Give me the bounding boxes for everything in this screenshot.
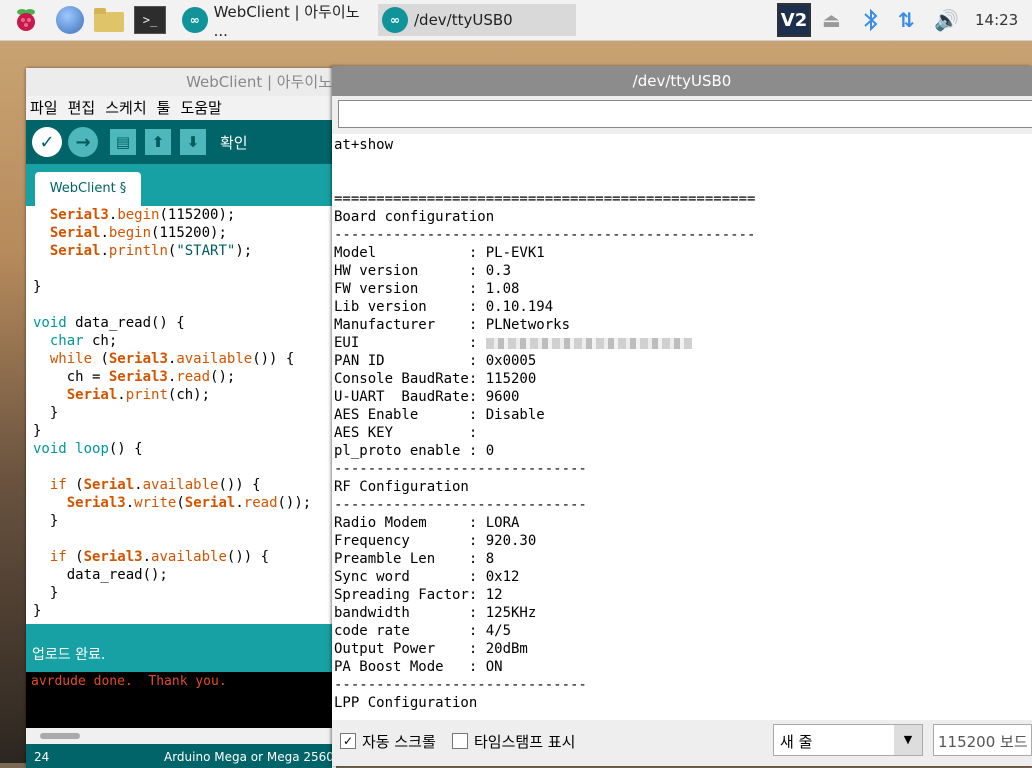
footer-bar: 24 Arduino Mega or Mega 2560, [26,744,338,768]
baud-rate-select[interactable]: 115200 보드 [933,724,1032,756]
output-console[interactable]: avrdude done. Thank you. [26,672,332,734]
serial-line: ------------------------------ [334,497,587,513]
status-text: 업로드 완료. [32,647,106,663]
tab-bar: WebClient § [26,164,332,206]
serial-monitor-window: /dev/ttyUSB0 at+show ===================… [332,66,1032,766]
serial-line: Spreading Factor: 12 [334,587,503,603]
timestamp-label: 타임스탬프 표시 [474,733,576,751]
serial-line: ========================================… [334,191,756,207]
volume-icon[interactable]: 🔊 [934,8,959,32]
serial-line: Console BaudRate: 115200 [334,371,537,387]
line-ending-value: 새 줄 [780,733,813,751]
serial-options-bar: ✓ 자동 스크롤 타임스탬프 표시 새 줄 ▼ 115200 보드 [332,720,1032,766]
serial-line: bandwidth : 125KHz [334,605,537,621]
eject-icon[interactable]: ⏏ [822,8,841,32]
horizontal-scrollbar[interactable] [26,728,332,744]
arrow-up-icon: ⬆ [151,133,165,151]
bluetooth-icon[interactable] [862,8,880,37]
serial-line: ------------------------------ [334,461,587,477]
new-sketch-button[interactable]: ▤ [110,129,136,155]
save-button[interactable]: ⬇ [180,129,206,155]
line-number: 24 [34,750,50,764]
arrow-right-icon: → [75,131,91,153]
serial-line: at+show [334,137,394,153]
serial-line: Model : PL-EVK1 [334,245,545,261]
file-manager-icon[interactable] [94,6,124,34]
terminal-icon[interactable]: >_ [134,6,166,34]
status-bar: 업로드 완료. [26,624,332,672]
autoscroll-label: 자동 스크롤 [362,733,436,751]
tab-webclient[interactable]: WebClient § [35,172,141,206]
serial-line: code rate : 4/5 [334,623,512,639]
network-icon[interactable]: ⇅ [898,8,915,32]
taskbar: >_ ∞ WebClient | 아두이노 ... ∞ /dev/ttyUSB0… [0,0,1032,41]
code-text: Serial3.begin(115200); Serial.begin(1152… [33,207,312,619]
baud-rate-value: 115200 보드 [938,733,1028,751]
serial-line: Preamble Len : 8 [334,551,495,567]
serial-output-text: at+show ================================… [332,134,1032,712]
serial-line: Radio Modem : LORA [334,515,520,531]
taskbar-item-label: WebClient | 아두이노 ... [213,2,360,40]
taskbar-item-serial-monitor[interactable]: ∞ /dev/ttyUSB0 [378,4,576,36]
serial-line [334,154,1032,172]
serial-line: Manufacturer : PLNetworks [334,317,571,333]
serial-send-input[interactable] [338,100,1032,128]
toolbar: ✓ → ▤ ⬆ ⬇ 확인 [26,120,332,164]
open-button[interactable]: ⬆ [145,129,171,155]
window-title[interactable]: /dev/ttyUSB0 [332,66,1032,96]
upload-button[interactable]: → [68,127,98,157]
serial-line: AES Enable : Disable [334,407,545,423]
redacted-value [485,337,692,349]
serial-line: RF Configuration [334,479,469,495]
menu-file[interactable]: 파일 [30,96,58,120]
taskbar-item-arduino[interactable]: ∞ WebClient | 아두이노 ... [178,3,376,40]
arduino-ide-window: WebClient | 아두이노 파일 편집 스케치 툴 도움말 ✓ → ▤ ⬆… [26,68,338,768]
code-editor[interactable]: Serial3.begin(115200); Serial.begin(1152… [26,206,332,624]
serial-line: pl_proto enable : 0 [334,443,495,459]
serial-output[interactable]: at+show ================================… [332,134,1032,720]
serial-line: FW version : 1.08 [334,281,520,297]
arduino-logo-icon: ∞ [382,7,408,33]
web-browser-icon[interactable] [56,6,84,34]
console-text: avrdude done. Thank you. [31,674,227,689]
document-icon: ▤ [115,133,131,151]
raspberry-menu-icon[interactable] [12,6,40,34]
toolbar-hint: 확인 [220,134,248,152]
serial-line: U-UART BaudRate: 9600 [334,389,520,405]
serial-line: Lib version : 0.10.194 [334,299,554,315]
line-ending-select[interactable]: 새 줄 ▼ [773,724,923,756]
menu-tools[interactable]: 툴 [157,96,171,120]
menu-bar: 파일 편집 스케치 툴 도움말 [26,96,336,120]
serial-line [334,172,1032,190]
serial-line: AES KEY : [334,425,478,441]
send-bar [332,96,1032,134]
menu-help[interactable]: 도움말 [180,96,221,120]
arrow-down-icon: ⬇ [186,133,200,151]
serial-line: Frequency : 920.30 [334,533,537,549]
clock[interactable]: 14:23 [975,11,1018,29]
serial-line: Output Power : 20dBm [334,641,528,657]
serial-line: ----------------------------------------… [334,227,756,243]
check-icon: ✓ [39,131,55,153]
serial-line: PA Boost Mode : ON [334,659,503,675]
autoscroll-checkbox[interactable]: ✓ [340,733,356,749]
menu-edit[interactable]: 편집 [68,96,96,120]
timestamp-checkbox[interactable] [452,733,468,749]
verify-button[interactable]: ✓ [32,127,62,157]
serial-line: LPP Configuration [334,695,478,711]
vnc-icon[interactable]: V2 [777,3,811,37]
menu-sketch[interactable]: 스케치 [105,96,146,120]
chevron-down-icon: ▼ [894,725,922,755]
serial-line: ------------------------------ [334,677,587,693]
taskbar-item-label: /dev/ttyUSB0 [414,11,513,29]
serial-line: Sync word : 0x12 [334,569,520,585]
board-name: Arduino Mega or Mega 2560, [164,750,338,764]
serial-line: PAN ID : 0x0005 [334,353,537,369]
window-title[interactable]: WebClient | 아두이노 [26,68,336,96]
serial-line: EUI : [334,334,1032,352]
arduino-logo-icon: ∞ [182,7,208,33]
serial-line: HW version : 0.3 [334,263,512,279]
serial-line: Board configuration [334,209,495,225]
